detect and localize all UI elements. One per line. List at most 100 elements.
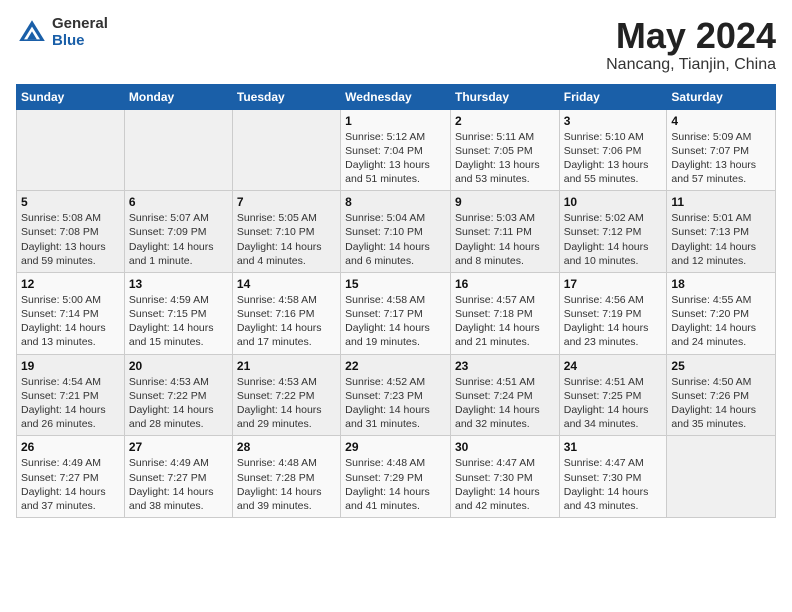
day-number: 15: [345, 277, 446, 291]
calendar-cell: 31Sunrise: 4:47 AMSunset: 7:30 PMDayligh…: [559, 436, 667, 518]
day-detail: Sunrise: 4:53 AMSunset: 7:22 PMDaylight:…: [237, 375, 336, 432]
day-number: 18: [671, 277, 771, 291]
day-detail: Sunrise: 5:04 AMSunset: 7:10 PMDaylight:…: [345, 211, 446, 268]
calendar-cell: 19 Sunrise: 4:54 AMSunset: 7:21 PMDayligh…: [17, 354, 125, 436]
calendar-cell: 16Sunrise: 4:57 AMSunset: 7:18 PMDayligh…: [450, 272, 559, 354]
day-detail: Sunrise: 4:50 AMSunset: 7:26 PMDaylight:…: [671, 375, 771, 432]
weekday-header-friday: Friday: [559, 84, 667, 109]
calendar-cell: 13 Sunrise: 4:59 AMSunset: 7:15 PMDayligh…: [124, 272, 232, 354]
day-number: 22: [345, 359, 446, 373]
day-number: 5: [21, 195, 120, 209]
day-number: 8: [345, 195, 446, 209]
calendar-cell: [232, 109, 340, 191]
day-detail: Sunrise: 5:00 AMSunset: 7:14 PMDaylight:…: [21, 293, 120, 350]
day-number: 23: [455, 359, 555, 373]
day-number: 16: [455, 277, 555, 291]
week-row-4: 19 Sunrise: 4:54 AMSunset: 7:21 PMDayligh…: [17, 354, 776, 436]
day-number: 2: [455, 114, 555, 128]
day-number: 26: [21, 440, 120, 454]
day-detail: Sunrise: 4:58 AMSunset: 7:16 PMDaylight:…: [237, 293, 336, 350]
calendar-cell: 10Sunrise: 5:02 AMSunset: 7:12 PMDayligh…: [559, 191, 667, 273]
calendar-cell: 25 Sunrise: 4:50 AMSunset: 7:26 PMDayligh…: [667, 354, 776, 436]
calendar-cell: 23 Sunrise: 4:51 AMSunset: 7:24 PMDayligh…: [450, 354, 559, 436]
weekday-header-monday: Monday: [124, 84, 232, 109]
day-detail: Sunrise: 4:47 AMSunset: 7:30 PMDaylight:…: [455, 456, 555, 513]
calendar-cell: 21 Sunrise: 4:53 AMSunset: 7:22 PMDayligh…: [232, 354, 340, 436]
day-detail: Sunrise: 4:49 AMSunset: 7:27 PMDaylight:…: [129, 456, 228, 513]
week-row-5: 26 Sunrise: 4:49 AMSunset: 7:27 PMDayligh…: [17, 436, 776, 518]
day-detail: Sunrise: 4:54 AMSunset: 7:21 PMDaylight:…: [21, 375, 120, 432]
day-number: 6: [129, 195, 228, 209]
location-label: Nancang, Tianjin, China: [606, 56, 776, 74]
day-number: 7: [237, 195, 336, 209]
weekday-header-tuesday: Tuesday: [232, 84, 340, 109]
day-number: 1: [345, 114, 446, 128]
week-row-2: 5 Sunrise: 5:08 AMSunset: 7:08 PMDaylight…: [17, 191, 776, 273]
calendar-cell: 28 Sunrise: 4:48 AMSunset: 7:28 PMDayligh…: [232, 436, 340, 518]
calendar-cell: [667, 436, 776, 518]
day-detail: Sunrise: 4:51 AMSunset: 7:24 PMDaylight:…: [455, 375, 555, 432]
logo: General Blue: [16, 16, 108, 49]
calendar-cell: 18 Sunrise: 4:55 AMSunset: 7:20 PMDayligh…: [667, 272, 776, 354]
day-detail: Sunrise: 4:49 AMSunset: 7:27 PMDaylight:…: [21, 456, 120, 513]
day-detail: Sunrise: 5:01 AMSunset: 7:13 PMDaylight:…: [671, 211, 771, 268]
day-detail: Sunrise: 5:07 AMSunset: 7:09 PMDaylight:…: [129, 211, 228, 268]
day-number: 11: [671, 195, 771, 209]
day-detail: Sunrise: 5:10 AMSunset: 7:06 PMDaylight:…: [564, 130, 663, 187]
weekday-header-sunday: Sunday: [17, 84, 125, 109]
day-detail: Sunrise: 4:55 AMSunset: 7:20 PMDaylight:…: [671, 293, 771, 350]
day-detail: Sunrise: 5:09 AMSunset: 7:07 PMDaylight:…: [671, 130, 771, 187]
calendar-cell: 20 Sunrise: 4:53 AMSunset: 7:22 PMDayligh…: [124, 354, 232, 436]
weekday-header-saturday: Saturday: [667, 84, 776, 109]
weekday-header-wednesday: Wednesday: [341, 84, 451, 109]
weekday-header-row: SundayMondayTuesdayWednesdayThursdayFrid…: [17, 84, 776, 109]
day-number: 13: [129, 277, 228, 291]
day-detail: Sunrise: 4:58 AMSunset: 7:17 PMDaylight:…: [345, 293, 446, 350]
day-detail: Sunrise: 5:12 AMSunset: 7:04 PMDaylight:…: [345, 130, 446, 187]
page-header: General Blue May 2024 Nancang, Tianjin, …: [16, 16, 776, 74]
day-number: 21: [237, 359, 336, 373]
day-number: 24: [564, 359, 663, 373]
logo-general-label: General: [52, 16, 108, 33]
day-detail: Sunrise: 5:11 AMSunset: 7:05 PMDaylight:…: [455, 130, 555, 187]
day-detail: Sunrise: 4:56 AMSunset: 7:19 PMDaylight:…: [564, 293, 663, 350]
week-row-3: 12Sunrise: 5:00 AMSunset: 7:14 PMDayligh…: [17, 272, 776, 354]
calendar-table: SundayMondayTuesdayWednesdayThursdayFrid…: [16, 84, 776, 518]
day-detail: Sunrise: 4:59 AMSunset: 7:15 PMDaylight:…: [129, 293, 228, 350]
calendar-cell: 27 Sunrise: 4:49 AMSunset: 7:27 PMDayligh…: [124, 436, 232, 518]
calendar-cell: 5 Sunrise: 5:08 AMSunset: 7:08 PMDaylight…: [17, 191, 125, 273]
calendar-cell: 11 Sunrise: 5:01 AMSunset: 7:13 PMDayligh…: [667, 191, 776, 273]
weekday-header-thursday: Thursday: [450, 84, 559, 109]
logo-text: General Blue: [52, 16, 108, 49]
calendar-cell: 6 Sunrise: 5:07 AMSunset: 7:09 PMDaylight…: [124, 191, 232, 273]
calendar-cell: 9Sunrise: 5:03 AMSunset: 7:11 PMDaylight…: [450, 191, 559, 273]
day-number: 9: [455, 195, 555, 209]
calendar-cell: 1 Sunrise: 5:12 AMSunset: 7:04 PMDaylight…: [341, 109, 451, 191]
day-detail: Sunrise: 4:47 AMSunset: 7:30 PMDaylight:…: [564, 456, 663, 513]
calendar-cell: 17Sunrise: 4:56 AMSunset: 7:19 PMDayligh…: [559, 272, 667, 354]
day-detail: Sunrise: 4:51 AMSunset: 7:25 PMDaylight:…: [564, 375, 663, 432]
logo-icon: [16, 17, 48, 49]
day-number: 27: [129, 440, 228, 454]
day-number: 14: [237, 277, 336, 291]
day-detail: Sunrise: 5:05 AMSunset: 7:10 PMDaylight:…: [237, 211, 336, 268]
day-detail: Sunrise: 5:08 AMSunset: 7:08 PMDaylight:…: [21, 211, 120, 268]
calendar-cell: [124, 109, 232, 191]
calendar-cell: 4Sunrise: 5:09 AMSunset: 7:07 PMDaylight…: [667, 109, 776, 191]
day-detail: Sunrise: 4:53 AMSunset: 7:22 PMDaylight:…: [129, 375, 228, 432]
day-number: 25: [671, 359, 771, 373]
calendar-cell: 29Sunrise: 4:48 AMSunset: 7:29 PMDayligh…: [341, 436, 451, 518]
day-number: 28: [237, 440, 336, 454]
day-number: 20: [129, 359, 228, 373]
calendar-cell: 7 Sunrise: 5:05 AMSunset: 7:10 PMDaylight…: [232, 191, 340, 273]
day-number: 19: [21, 359, 120, 373]
day-detail: Sunrise: 4:48 AMSunset: 7:28 PMDaylight:…: [237, 456, 336, 513]
calendar-cell: 30Sunrise: 4:47 AMSunset: 7:30 PMDayligh…: [450, 436, 559, 518]
calendar-cell: 22 Sunrise: 4:52 AMSunset: 7:23 PMDayligh…: [341, 354, 451, 436]
day-detail: Sunrise: 4:52 AMSunset: 7:23 PMDaylight:…: [345, 375, 446, 432]
calendar-cell: 3Sunrise: 5:10 AMSunset: 7:06 PMDaylight…: [559, 109, 667, 191]
logo-blue-label: Blue: [52, 33, 108, 50]
calendar-cell: 2 Sunrise: 5:11 AMSunset: 7:05 PMDaylight…: [450, 109, 559, 191]
calendar-cell: 8 Sunrise: 5:04 AMSunset: 7:10 PMDaylight…: [341, 191, 451, 273]
calendar-cell: 24 Sunrise: 4:51 AMSunset: 7:25 PMDayligh…: [559, 354, 667, 436]
